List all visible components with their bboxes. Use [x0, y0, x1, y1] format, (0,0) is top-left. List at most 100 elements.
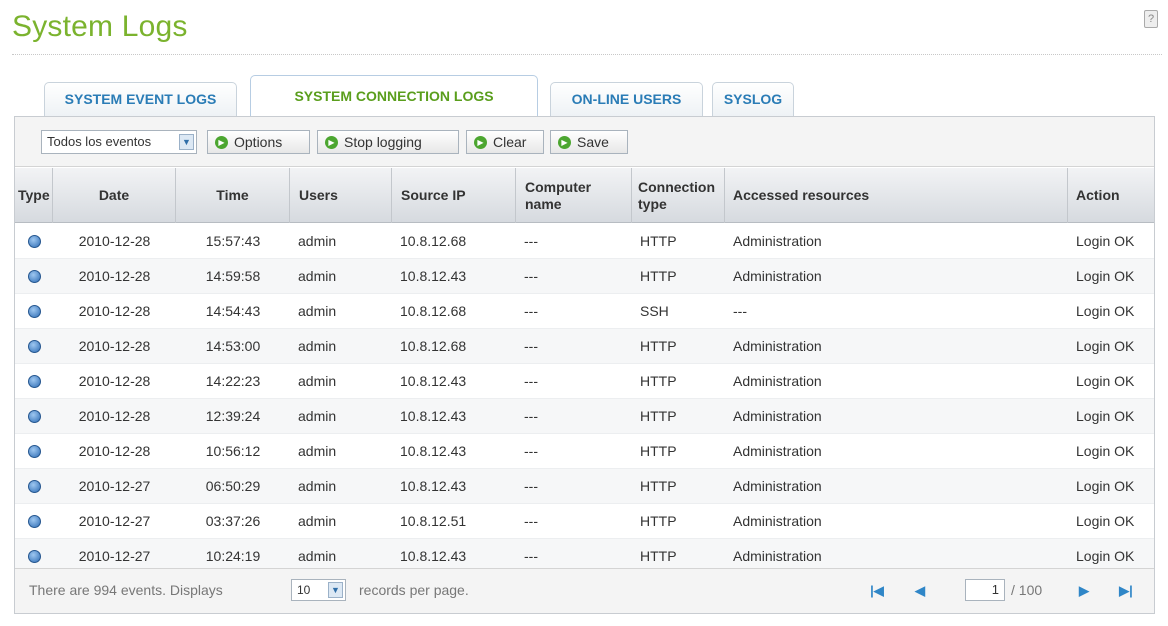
tab-system-event-logs[interactable]: SYSTEM EVENT LOGS: [44, 82, 237, 116]
last-page-icon[interactable]: ▶|: [1114, 580, 1138, 602]
options-button-label: Options: [234, 134, 283, 150]
row-action: Login OK: [1076, 443, 1135, 459]
row-date: 2010-12-28: [78, 373, 151, 389]
row-date: 2010-12-28: [78, 408, 151, 424]
row-connection-type: HTTP: [640, 443, 677, 459]
row-computer-name: ---: [524, 338, 538, 354]
green-arrow-icon: ▶: [325, 136, 338, 149]
row-source-ip: 10.8.12.43: [400, 373, 467, 389]
column-header-source-ip[interactable]: Source IP: [392, 168, 516, 223]
row-accessed-resource: Administration: [733, 408, 822, 424]
column-header-connection-type[interactable]: Connection type: [632, 168, 725, 223]
row-time: 14:54:43: [205, 303, 261, 319]
row-user: admin: [298, 338, 337, 354]
save-button[interactable]: ▶ Save: [550, 130, 628, 154]
info-icon: [27, 550, 41, 563]
row-type-cell: [15, 364, 53, 399]
table-row[interactable]: 2010-12-28 14:53:00 admin 10.8.12.68 --- HTTP…: [15, 329, 1154, 364]
row-computer-name: ---: [524, 373, 538, 389]
chevron-down-icon: ▼: [328, 582, 343, 598]
table-row[interactable]: 2010-12-28 12:39:24 admin 10.8.12.43 --- HTTP…: [15, 399, 1154, 434]
row-connection-type: HTTP: [640, 338, 677, 354]
table-row[interactable]: 2010-12-28 14:22:23 admin 10.8.12.43 --- HTTP…: [15, 364, 1154, 399]
row-action: Login OK: [1076, 408, 1135, 424]
pagination-footer: There are 994 events. Displays 10 ▼ reco…: [15, 568, 1154, 613]
first-page-icon[interactable]: |◀: [865, 580, 889, 602]
row-connection-type: HTTP: [640, 513, 677, 529]
row-date: 2010-12-28: [78, 303, 151, 319]
events-count-text: There are 994 events. Displays: [29, 582, 223, 598]
clear-button[interactable]: ▶ Clear: [466, 130, 544, 154]
row-accessed-resource: Administration: [733, 478, 822, 494]
column-header-computer-name[interactable]: Computer name: [516, 168, 632, 223]
title-divider: [12, 54, 1162, 55]
tab-system-connection-logs[interactable]: SYSTEM CONNECTION LOGS: [250, 75, 538, 117]
row-connection-type: HTTP: [640, 408, 677, 424]
info-icon: [27, 340, 41, 353]
row-accessed-resource: Administration: [733, 373, 822, 389]
row-accessed-resource: Administration: [733, 233, 822, 249]
previous-page-icon[interactable]: ◀: [908, 580, 932, 602]
row-connection-type: HTTP: [640, 373, 677, 389]
help-icon[interactable]: ?: [1144, 10, 1158, 28]
row-computer-name: ---: [524, 443, 538, 459]
row-action: Login OK: [1076, 513, 1135, 529]
row-action: Login OK: [1076, 303, 1135, 319]
row-connection-type: HTTP: [640, 268, 677, 284]
row-accessed-resource: Administration: [733, 443, 822, 459]
table-row[interactable]: 2010-12-27 06:50:29 admin 10.8.12.43 --- HTTP…: [15, 469, 1154, 504]
row-source-ip: 10.8.12.68: [400, 338, 467, 354]
table-row[interactable]: 2010-12-28 14:59:58 admin 10.8.12.43 --- HTTP…: [15, 259, 1154, 294]
next-page-icon[interactable]: ▶: [1072, 580, 1096, 602]
row-computer-name: ---: [524, 513, 538, 529]
row-time: 03:37:26: [205, 513, 261, 529]
event-filter-select[interactable]: Todos los eventos ▼: [41, 130, 197, 154]
column-header-time[interactable]: Time: [176, 168, 290, 223]
info-icon: [27, 445, 41, 458]
row-type-cell: [15, 399, 53, 434]
save-button-label: Save: [577, 134, 609, 150]
row-accessed-resource: Administration: [733, 268, 822, 284]
row-action: Login OK: [1076, 478, 1135, 494]
row-computer-name: ---: [524, 478, 538, 494]
options-button[interactable]: ▶ Options: [207, 130, 310, 154]
records-per-page-select[interactable]: 10 ▼: [291, 579, 346, 601]
info-icon: [27, 410, 41, 423]
clear-button-label: Clear: [493, 134, 527, 150]
column-header-action[interactable]: Action: [1068, 168, 1156, 223]
info-icon: [27, 515, 41, 528]
stop-logging-button-label: Stop logging: [344, 134, 422, 150]
row-user: admin: [298, 373, 337, 389]
row-date: 2010-12-28: [78, 268, 151, 284]
info-icon: [27, 375, 41, 388]
table-row[interactable]: 2010-12-27 03:37:26 admin 10.8.12.51 --- HTTP…: [15, 504, 1154, 539]
row-action: Login OK: [1076, 373, 1135, 389]
row-date: 2010-12-27: [78, 513, 151, 529]
table-row[interactable]: 2010-12-28 14:54:43 admin 10.8.12.68 --- SSH -…: [15, 294, 1154, 329]
row-accessed-resource: ---: [733, 303, 747, 319]
row-type-cell: [15, 259, 53, 294]
column-header-date[interactable]: Date: [53, 168, 176, 223]
tab-syslog[interactable]: SYSLOG: [712, 82, 794, 116]
row-action: Login OK: [1076, 338, 1135, 354]
row-time: 12:39:24: [205, 408, 261, 424]
row-date: 2010-12-28: [78, 443, 151, 459]
tab-online-users[interactable]: ON-LINE USERS: [550, 82, 703, 116]
row-source-ip: 10.8.12.68: [400, 233, 467, 249]
row-user: admin: [298, 408, 337, 424]
column-header-type[interactable]: Type: [15, 168, 53, 223]
table-row[interactable]: 2010-12-28 10:56:12 admin 10.8.12.43 --- HTTP…: [15, 434, 1154, 469]
column-header-users[interactable]: Users: [290, 168, 392, 223]
column-header-accessed-resources[interactable]: Accessed resources: [725, 168, 1068, 223]
row-action: Login OK: [1076, 268, 1135, 284]
page-number-input[interactable]: 1: [965, 579, 1005, 601]
row-user: admin: [298, 478, 337, 494]
row-connection-type: SSH: [640, 303, 669, 319]
total-pages-text: / 100: [1011, 582, 1043, 598]
stop-logging-button[interactable]: ▶ Stop logging: [317, 130, 459, 154]
table-row[interactable]: 2010-12-28 15:57:43 admin 10.8.12.68 --- HTTP…: [15, 224, 1154, 259]
row-source-ip: 10.8.12.68: [400, 303, 467, 319]
table-body: 2010-12-28 15:57:43 admin 10.8.12.68 --- HTTP…: [15, 224, 1154, 574]
page-title: System Logs: [12, 10, 188, 43]
green-arrow-icon: ▶: [474, 136, 487, 149]
